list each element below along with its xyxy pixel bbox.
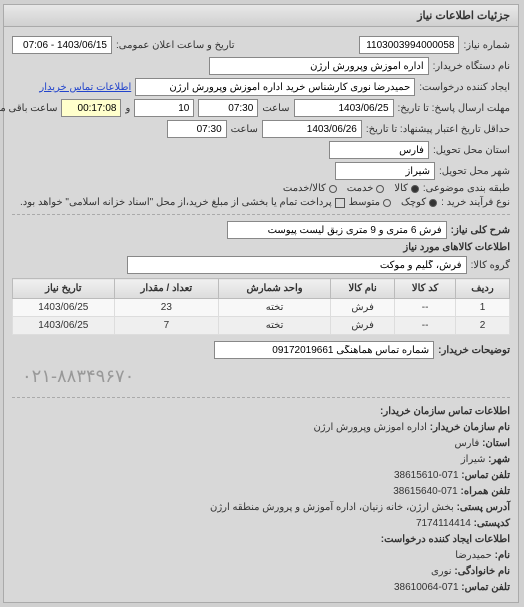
panel-header: جزئیات اطلاعات نیاز: [5, 5, 519, 27]
desc-label: شرح کلی نیاز:: [452, 225, 511, 236]
time-label-2: ساعت: [232, 124, 259, 135]
city-label: شهر محل تحویل:: [440, 166, 511, 177]
desc-input[interactable]: [228, 221, 448, 239]
radio-off-icon: [384, 199, 392, 207]
table-row[interactable]: 1--فرشتخته231403/06/25: [14, 299, 511, 317]
table-cell: 23: [115, 299, 219, 317]
table-header: ردیف: [456, 279, 510, 299]
remain-label: ساعت باقی مانده: [0, 103, 58, 114]
note-label: توضیحات خریدار:: [439, 345, 511, 356]
creator-label: ایجاد کننده درخواست:: [420, 82, 511, 93]
proc-radio-small[interactable]: کوچک: [402, 197, 438, 208]
radio-off-icon: [330, 185, 338, 193]
radio-on-icon: [412, 185, 420, 193]
table-cell: فرش: [332, 299, 396, 317]
radio-off-icon: [377, 185, 385, 193]
org-label: نام دستگاه خریدار:: [434, 61, 511, 72]
items-table: ردیفکد کالانام کالاواحد شمارشتعداد / مقد…: [13, 278, 511, 335]
proc-radio-group: کوچک متوسط: [350, 197, 438, 208]
items-header: اطلاعات کالاهای مورد نیاز: [404, 242, 511, 253]
divider: [13, 214, 511, 215]
deadline-date-input[interactable]: [295, 99, 395, 117]
proc-radio-medium[interactable]: متوسط: [350, 197, 392, 208]
group-input[interactable]: [128, 256, 468, 274]
cat-radio-goods[interactable]: کالا: [395, 183, 420, 194]
table-header: تعداد / مقدار: [115, 279, 219, 299]
deadline-label: مهلت ارسال پاسخ: تا تاریخ:: [399, 103, 511, 114]
delivery-date-input[interactable]: [263, 120, 363, 138]
delivery-label: حداقل تاریخ اعتبار پیشنهاد: تا تاریخ:: [367, 124, 511, 135]
cat-radio-group: کالا خدمت کالا/خدمت: [284, 183, 420, 194]
table-header: تاریخ نیاز: [14, 279, 116, 299]
delivery-time-input[interactable]: [168, 120, 228, 138]
table-cell: فرش: [332, 317, 396, 335]
group-label: گروه کالا:: [472, 260, 511, 271]
req-num-input[interactable]: [360, 36, 460, 54]
announce-input[interactable]: [13, 36, 113, 54]
cat-radio-service[interactable]: خدمت: [348, 183, 386, 194]
table-cell: 1403/06/25: [14, 299, 116, 317]
days-input[interactable]: [135, 99, 195, 117]
contact-link[interactable]: اطلاعات تماس خریدار: [40, 82, 132, 93]
table-cell: 7: [115, 317, 219, 335]
creator-input[interactable]: [136, 78, 416, 96]
time-label-1: ساعت: [263, 103, 290, 114]
deadline-time-input[interactable]: [199, 99, 259, 117]
cat-radio-both[interactable]: کالا/خدمت: [284, 183, 338, 194]
table-cell: 1403/06/25: [14, 317, 116, 335]
checkbox-icon: [336, 198, 346, 208]
pay-checkbox[interactable]: پرداخت تمام یا بخشی از مبلغ خرید،از محل …: [21, 197, 346, 208]
big-phone: ۰۲۱-۸۸۳۴۹۶۷۰: [13, 362, 511, 391]
table-cell: تخته: [220, 299, 332, 317]
table-cell: تخته: [220, 317, 332, 335]
table-cell: --: [396, 317, 457, 335]
province-input[interactable]: [330, 141, 430, 159]
divider: [13, 397, 511, 398]
city-input[interactable]: [336, 162, 436, 180]
province-label: استان محل تحویل:: [434, 145, 511, 156]
table-header: کد کالا: [396, 279, 457, 299]
note-input[interactable]: [215, 341, 435, 359]
announce-label: تاریخ و ساعت اعلان عمومی:: [117, 40, 236, 51]
cat-label: طبقه بندی موضوعی:: [424, 183, 511, 194]
proc-label: نوع فرآیند خرید :: [442, 197, 511, 208]
table-cell: 2: [456, 317, 510, 335]
and-label: و: [126, 103, 131, 114]
table-header: نام کالا: [332, 279, 396, 299]
contact-info: اطلاعات تماس سازمان خریدار: نام سازمان خ…: [13, 404, 511, 596]
table-cell: --: [396, 299, 457, 317]
radio-on-icon: [430, 199, 438, 207]
table-header: واحد شمارش: [220, 279, 332, 299]
org-input[interactable]: [210, 57, 430, 75]
table-cell: 1: [456, 299, 510, 317]
req-num-label: شماره نیاز:: [464, 40, 511, 51]
remain-time-input[interactable]: [62, 99, 122, 117]
table-row[interactable]: 2--فرشتخته71403/06/25: [14, 317, 511, 335]
